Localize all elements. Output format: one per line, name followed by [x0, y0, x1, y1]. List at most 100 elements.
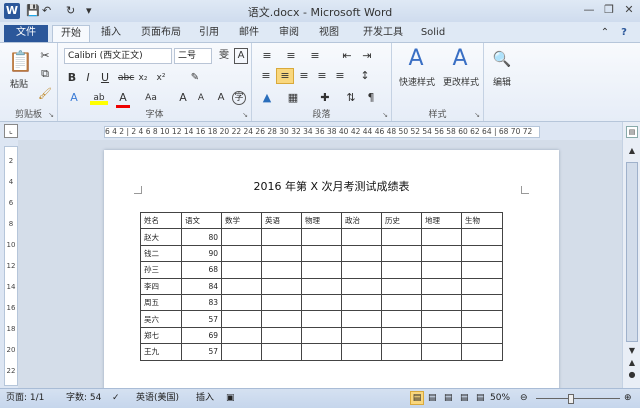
empty-cell[interactable] — [341, 228, 382, 246]
empty-cell[interactable] — [261, 310, 302, 328]
empty-cell[interactable] — [421, 228, 462, 246]
empty-cell[interactable] — [381, 343, 422, 361]
empty-cell[interactable] — [301, 293, 342, 312]
font-color-icon[interactable]: A — [116, 91, 130, 108]
format-painter-icon[interactable]: 🖌 — [38, 87, 52, 101]
tab-page-layout[interactable]: 页面布局 — [134, 25, 188, 42]
empty-cell[interactable] — [261, 293, 302, 312]
score-cell[interactable]: 57 — [181, 310, 222, 328]
empty-cell[interactable] — [461, 244, 503, 263]
name-cell[interactable]: 钱二 — [140, 244, 182, 263]
name-cell[interactable]: 李四 — [140, 277, 182, 295]
tab-selector-icon[interactable]: ⌞ — [4, 124, 18, 138]
italic-icon[interactable]: I — [82, 71, 94, 85]
vertical-ruler[interactable]: 2 4 6 8 10 12 14 16 18 20 22 — [4, 146, 18, 386]
name-cell[interactable]: 吴六 — [140, 310, 182, 328]
zoom-in-icon[interactable]: ⊕ — [624, 389, 632, 407]
bold-icon[interactable]: B — [66, 71, 78, 85]
empty-cell[interactable] — [461, 310, 503, 328]
empty-cell[interactable] — [421, 277, 462, 295]
line-spacing-icon[interactable]: ↕ — [356, 69, 374, 83]
empty-cell[interactable] — [301, 244, 342, 263]
tab-file[interactable]: 文件 — [4, 25, 48, 42]
show-marks-icon[interactable]: ¶ — [364, 91, 378, 105]
strikethrough-icon[interactable]: abc — [118, 71, 134, 85]
styles-launcher-icon[interactable]: ↘ — [474, 111, 480, 119]
tab-solid[interactable]: Solid — [416, 25, 450, 42]
restore-button[interactable]: ❐ — [600, 3, 618, 17]
empty-cell[interactable] — [221, 277, 262, 295]
empty-cell[interactable] — [381, 228, 422, 246]
tab-insert[interactable]: 插入 — [96, 25, 126, 42]
empty-cell[interactable] — [261, 244, 302, 263]
empty-cell[interactable] — [341, 261, 382, 279]
multilevel-list-icon[interactable]: ≡ — [306, 49, 324, 63]
change-styles-button-label[interactable]: 更改样式 — [438, 75, 484, 88]
chinese-layout-icon[interactable]: ✚ — [316, 91, 334, 105]
empty-cell[interactable] — [301, 228, 342, 246]
name-cell[interactable]: 赵大 — [140, 228, 182, 246]
text-effects-icon[interactable]: A — [66, 91, 82, 105]
shrink-font-icon[interactable]: A — [194, 91, 208, 105]
empty-cell[interactable] — [461, 293, 503, 312]
empty-cell[interactable] — [341, 277, 382, 295]
zoom-level[interactable]: 50% — [490, 389, 510, 407]
char-border-icon[interactable]: A — [234, 48, 248, 64]
clear-formatting-icon[interactable]: ✎ — [188, 71, 202, 85]
header-cell[interactable]: 物理 — [301, 211, 342, 230]
font-size-combo[interactable]: 二号 — [174, 48, 212, 64]
name-cell[interactable]: 孙三 — [140, 261, 182, 279]
empty-cell[interactable] — [421, 343, 462, 361]
outline-view-icon[interactable]: ▤ — [460, 389, 469, 407]
page-count[interactable]: 页面: 1/1 — [6, 389, 44, 407]
empty-cell[interactable] — [301, 277, 342, 295]
header-cell[interactable]: 地理 — [421, 211, 462, 230]
browse-object-icon[interactable]: ● — [626, 368, 638, 382]
subscript-icon[interactable]: x₂ — [136, 71, 150, 85]
phonetic-guide-icon[interactable]: 雯 — [216, 49, 232, 63]
superscript-icon[interactable]: x² — [154, 71, 168, 85]
shading-icon[interactable]: ▲ — [258, 91, 276, 105]
empty-cell[interactable] — [421, 293, 462, 312]
zoom-slider-thumb[interactable] — [568, 394, 574, 404]
empty-cell[interactable] — [261, 277, 302, 295]
decrease-indent-icon[interactable]: ⇤ — [340, 49, 354, 63]
empty-cell[interactable] — [341, 244, 382, 263]
document-area[interactable]: 2016 年第 X 次月考测试成绩表 姓名 语文 数学 英语 物理 政治 历史 … — [18, 140, 622, 388]
tab-view[interactable]: 视图 — [314, 25, 344, 42]
align-left-icon[interactable]: ≡ — [258, 69, 274, 83]
horizontal-ruler[interactable]: 6 4 2 | 2 4 6 8 10 12 14 16 18 20 22 24 … — [104, 126, 540, 138]
ruler-toggle-icon[interactable]: ▤ — [626, 126, 638, 138]
name-cell[interactable]: 郑七 — [140, 326, 182, 345]
binoculars-icon[interactable]: 🔍 — [492, 49, 512, 69]
cut-icon[interactable]: ✂ — [38, 49, 52, 63]
tab-developer[interactable]: 开发工具 — [356, 25, 410, 42]
header-cell[interactable]: 历史 — [381, 211, 422, 230]
draft-view-icon[interactable]: ▤ — [476, 389, 485, 407]
empty-cell[interactable] — [221, 310, 262, 328]
help-icon[interactable]: ? — [616, 25, 632, 42]
close-button[interactable]: ✕ — [620, 3, 638, 17]
empty-cell[interactable] — [381, 261, 422, 279]
clipboard-launcher-icon[interactable]: ↘ — [48, 111, 54, 119]
align-center-icon[interactable]: ≡ — [276, 68, 294, 84]
empty-cell[interactable] — [221, 228, 262, 246]
vertical-scrollbar[interactable]: ▤ ▲ ▼ ▲ ● — [622, 122, 640, 388]
empty-cell[interactable] — [301, 326, 342, 345]
empty-cell[interactable] — [221, 343, 262, 361]
empty-cell[interactable] — [461, 277, 503, 295]
header-cell[interactable]: 数学 — [221, 211, 262, 230]
sort-icon[interactable]: ⇅ — [344, 91, 358, 105]
empty-cell[interactable] — [261, 228, 302, 246]
empty-cell[interactable] — [221, 326, 262, 345]
empty-cell[interactable] — [421, 261, 462, 279]
underline-icon[interactable]: U — [98, 71, 112, 85]
empty-cell[interactable] — [341, 326, 382, 345]
empty-cell[interactable] — [301, 310, 342, 328]
grade-table[interactable]: 姓名 语文 数学 英语 物理 政治 历史 地理 生物 赵大 80 钱二 90 孙三 6… — [140, 211, 503, 361]
score-cell[interactable]: 69 — [181, 326, 222, 345]
empty-cell[interactable] — [261, 261, 302, 279]
bullets-icon[interactable]: ≡ — [258, 49, 276, 63]
font-name-combo[interactable]: Calibri (西文正文) — [64, 48, 172, 64]
print-layout-view-icon[interactable]: ▤ — [410, 391, 424, 405]
